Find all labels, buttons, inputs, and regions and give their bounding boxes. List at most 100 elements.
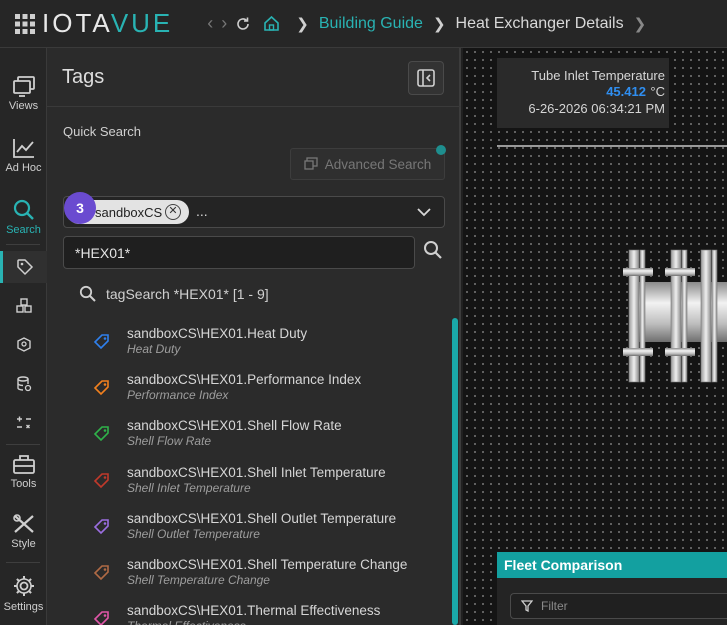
fleet-filter-placeholder: Filter: [541, 599, 568, 613]
rail-style[interactable]: Style: [0, 508, 47, 554]
tile-unit: °C: [650, 84, 665, 99]
style-tools-icon: [12, 513, 34, 533]
more-sources-indicator: ...: [196, 203, 208, 219]
rail-tools[interactable]: Tools: [0, 448, 47, 494]
tile-timestamp: 6-26-2026 06:34:21 PM: [528, 101, 665, 116]
tag-result-name: sandboxCS\HEX01.Performance Index: [127, 372, 362, 387]
scrollbar[interactable]: [452, 318, 458, 625]
view-canvas: Tube Inlet Temperature 45.412 °C 6-26-20…: [463, 48, 727, 625]
box-search-icon: [16, 337, 31, 352]
home-icon[interactable]: [263, 15, 280, 32]
collapse-panel-icon: [417, 69, 435, 87]
breadcrumb-current: Heat Exchanger Details: [455, 14, 624, 32]
tag-result-description: Thermal Effectiveness: [127, 619, 246, 625]
rail-adhoc[interactable]: Ad Hoc: [0, 132, 47, 178]
tag-result-name: sandboxCS\HEX01.Heat Duty: [127, 326, 308, 341]
rail-search-label: Search: [6, 223, 41, 236]
filter-icon: [521, 600, 533, 612]
tag-result-item[interactable]: sandboxCS\HEX01.Thermal EffectivenessThe…: [87, 603, 447, 625]
back-chevron-icon[interactable]: ‹: [207, 13, 213, 34]
source-select[interactable]: sandboxCS ✕ ...: [63, 196, 445, 228]
breadcrumb-link-building-guide[interactable]: Building Guide: [319, 15, 423, 33]
tag-result-name: sandboxCS\HEX01.Shell Temperature Change: [127, 557, 408, 572]
search-icon[interactable]: [423, 240, 443, 260]
advanced-search-icon: [304, 157, 318, 170]
views-icon: [12, 75, 35, 97]
tag-result-description: Shell Flow Rate: [127, 434, 212, 448]
heat-exchanger-icon[interactable]: [621, 246, 727, 386]
tag-result-item[interactable]: sandboxCS\HEX01.Performance Index Perform…: [87, 372, 447, 416]
database-icon: [16, 376, 31, 392]
search-icon: [79, 285, 96, 302]
rail-tools-label: Tools: [10, 477, 37, 490]
tag-icon: [17, 259, 34, 276]
rail-adhoc-label: Ad Hoc: [5, 161, 42, 174]
breadcrumb-separator-icon: ❯: [633, 15, 647, 33]
rail-views-label: Views: [8, 99, 39, 112]
panel-title: Tags: [62, 66, 105, 88]
breadcrumb: ‹ › ❯ Building Guide ❯ Heat Exchanger De…: [207, 0, 656, 48]
tag-result-item[interactable]: sandboxCS\HEX01.Shell Flow Rate Shell Flo…: [87, 418, 447, 462]
logo-mark-icon: [15, 13, 35, 34]
toolbox-icon: [12, 454, 35, 474]
tag-result-description: Shell Outlet Temperature: [127, 527, 260, 541]
panel-divider: [47, 106, 461, 107]
collapse-panel-button[interactable]: [408, 61, 444, 95]
results-header-label: tagSearch *HEX01* [1 - 9]: [106, 285, 269, 302]
cubes-icon: [15, 298, 32, 313]
logo-text: IOTAVUE: [42, 8, 173, 39]
advanced-search-button[interactable]: Advanced Search: [290, 148, 445, 180]
quick-search-label: Quick Search: [63, 124, 142, 139]
rail-views[interactable]: Views: [0, 70, 47, 116]
tag-result-name: sandboxCS\HEX01.Shell Flow Rate: [127, 418, 342, 433]
tag-result-description: Shell Temperature Change: [127, 573, 270, 587]
rail-divider: [6, 444, 40, 445]
tag-result-item[interactable]: sandboxCS\HEX01.Heat Duty Heat Duty: [87, 326, 447, 370]
chevron-down-icon[interactable]: [416, 205, 432, 219]
rail-divider: [6, 562, 40, 563]
breadcrumb-separator-icon: ❯: [296, 15, 309, 33]
step-badge: 3: [64, 192, 96, 224]
tag-icon: [93, 473, 109, 489]
tag-result-item[interactable]: sandboxCS\HEX01.Shell Outlet Temperature…: [87, 511, 447, 555]
chart-line-icon: [12, 138, 34, 158]
rail-sub-database[interactable]: [0, 368, 47, 400]
tag-result-item[interactable]: sandboxCS\HEX01.Shell Temperature Change…: [87, 557, 447, 601]
refresh-icon[interactable]: [235, 16, 251, 32]
breadcrumb-separator-icon: ❯: [432, 15, 446, 33]
tag-result-name: sandboxCS\HEX01.Thermal Effectiveness: [127, 603, 381, 618]
tag-icon: [93, 426, 109, 442]
tag-result-item[interactable]: sandboxCS\HEX01.Shell Inlet Temperature S…: [87, 465, 447, 509]
tag-icon: [93, 519, 109, 535]
rail-style-label: Style: [11, 537, 36, 550]
results-header: tagSearch *HEX01* [1 - 9]: [79, 285, 269, 302]
tile-value: 45.412: [606, 84, 646, 99]
left-rail: Views Ad Hoc Search Tools Style Settings: [0, 48, 47, 625]
tag-icon: [93, 380, 109, 396]
rail-sub-objects[interactable]: [0, 329, 47, 361]
tag-icon: [93, 334, 109, 350]
source-chip-label: sandboxCS: [95, 204, 163, 220]
rail-sub-assets[interactable]: [0, 290, 47, 322]
fleet-filter-input[interactable]: Filter: [510, 593, 727, 619]
forward-chevron-icon[interactable]: ›: [221, 13, 227, 34]
rail-settings[interactable]: Settings: [0, 570, 47, 616]
tag-result-description: Shell Inlet Temperature: [127, 481, 251, 495]
logo-text-part1: IOTA: [42, 8, 111, 38]
rail-search[interactable]: Search: [0, 194, 47, 240]
app-logo[interactable]: IOTAVUE: [14, 0, 173, 48]
value-tile[interactable]: Tube Inlet Temperature 45.412 °C 6-26-20…: [497, 58, 669, 128]
chip-remove-icon[interactable]: ✕: [165, 204, 181, 220]
calculator-ops-icon: [16, 416, 31, 429]
rail-sub-calculations[interactable]: [0, 407, 47, 439]
tags-panel: Tags Quick Search Advanced Search sandbo…: [47, 48, 461, 625]
scrollbar-thumb[interactable]: [452, 318, 458, 625]
tile-title: Tube Inlet Temperature: [531, 68, 665, 83]
tag-result-description: Performance Index: [127, 388, 229, 402]
tag-search-input[interactable]: [63, 236, 415, 269]
rail-sub-tags[interactable]: [0, 251, 47, 283]
tag-result-name: sandboxCS\HEX01.Shell Inlet Temperature: [127, 465, 386, 480]
top-bar: IOTAVUE ‹ › ❯ Building Guide ❯ Heat Exch…: [0, 0, 727, 48]
tag-result-name: sandboxCS\HEX01.Shell Outlet Temperature: [127, 511, 397, 526]
advanced-search-label: Advanced Search: [324, 156, 432, 172]
